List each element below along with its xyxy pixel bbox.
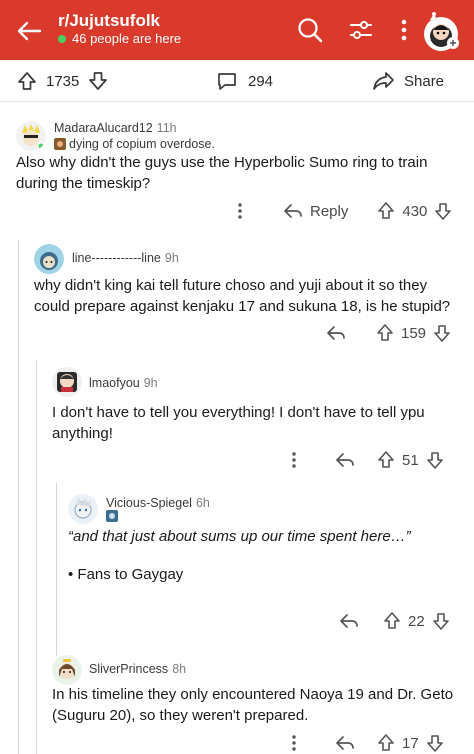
comment-actions: Reply 430 — [232, 201, 453, 221]
comment-score: 22 — [408, 612, 425, 630]
downvote-icon[interactable] — [87, 70, 109, 92]
more-options-icon[interactable] — [388, 14, 420, 46]
comment-score: 159 — [401, 324, 427, 342]
username[interactable]: SliverPrincess — [89, 662, 168, 676]
downvote-icon[interactable] — [433, 201, 453, 221]
username[interactable]: line------------line — [72, 251, 161, 265]
comment-actions: 51 — [286, 450, 445, 470]
comment-age: 6h — [195, 496, 210, 510]
username[interactable]: lmaofyou — [89, 376, 140, 390]
share-button[interactable]: Share — [372, 70, 444, 92]
more-options-icon[interactable] — [232, 201, 248, 221]
online-dot-icon — [58, 34, 66, 43]
reply-arrow-icon[interactable] — [325, 323, 347, 343]
vote-group: 17 — [376, 733, 445, 753]
comment-count: 294 — [248, 72, 274, 90]
line-avatar-icon[interactable] — [34, 244, 64, 274]
upvote-icon[interactable] — [382, 611, 402, 631]
comment-score: 51 — [402, 451, 419, 469]
app-header: r/Jujutsufolk 46 people are here — [0, 0, 474, 60]
downvote-icon[interactable] — [425, 733, 445, 753]
comment-body: Also why didn't the guys use the Hyperbo… — [16, 154, 428, 192]
reply-arrow-icon[interactable] — [334, 733, 356, 753]
upvote-icon[interactable] — [376, 450, 396, 470]
online-status: 46 people are here — [58, 31, 181, 46]
comment-header: MadaraAlucard12 11h — [54, 121, 177, 135]
upvote-icon[interactable] — [375, 323, 395, 343]
reply-arrow-icon[interactable] — [338, 611, 360, 631]
thread-line[interactable] — [56, 483, 57, 656]
lmaofyou-avatar-icon[interactable] — [52, 367, 82, 397]
comment-age: 9h — [143, 376, 158, 390]
comment-header: lmaofyou 9h — [89, 376, 158, 390]
post-action-bar: 1735 294 Share — [0, 60, 474, 102]
comment-body: I don't have to tell you everything! I d… — [52, 404, 425, 442]
online-count: 46 people are here — [72, 31, 182, 46]
back-arrow-icon[interactable] — [14, 16, 44, 46]
comment-body: • Fans to Gaygay — [68, 566, 184, 583]
username[interactable]: Vicious-Spiegel — [106, 496, 192, 510]
search-icon[interactable] — [294, 14, 326, 46]
comment-score: 17 — [402, 734, 419, 752]
subreddit-title[interactable]: r/Jujutsufolk — [58, 11, 160, 31]
post-vote-group: 1735 — [16, 70, 109, 92]
comment-bubble-icon — [218, 73, 236, 90]
vicious-avatar-icon[interactable] — [68, 494, 98, 524]
vote-group: 159 — [375, 323, 452, 343]
comment-header: SliverPrincess 8h — [89, 662, 186, 676]
downvote-icon[interactable] — [432, 323, 452, 343]
downvote-icon[interactable] — [431, 611, 451, 631]
user-flair: dying of copium overdose. — [54, 137, 215, 151]
reply-button[interactable]: Reply — [282, 201, 348, 221]
comment-body: why didn't king kai tell future choso an… — [34, 277, 451, 315]
comment-header: line------------line 9h — [72, 251, 179, 265]
more-options-icon[interactable] — [286, 733, 302, 753]
flair-emoji-icon — [106, 510, 118, 522]
reply-arrow-icon[interactable] — [334, 450, 356, 470]
upvote-icon[interactable] — [376, 201, 396, 221]
flair-text: dying of copium overdose. — [69, 137, 215, 151]
user-avatar-icon[interactable] — [420, 10, 462, 52]
madara-avatar-icon[interactable] — [16, 121, 46, 151]
sliverprincess-avatar-icon[interactable] — [52, 655, 82, 685]
reply-label: Reply — [310, 202, 349, 220]
flair-emoji-icon — [54, 138, 66, 150]
comment-quote: “and that just about sums up our time sp… — [68, 528, 411, 545]
comment-actions: 22 — [338, 611, 451, 631]
downvote-icon[interactable] — [425, 450, 445, 470]
vote-group: 22 — [382, 611, 451, 631]
username[interactable]: MadaraAlucard12 — [54, 121, 153, 135]
comment-body: In his timeline they only encountered Na… — [52, 686, 454, 724]
share-arrow-icon — [373, 72, 394, 90]
comment-header: Vicious-Spiegel 6h — [106, 496, 210, 510]
upvote-icon[interactable] — [376, 733, 396, 753]
comment-age: 9h — [164, 251, 179, 265]
vote-group: 430 — [376, 201, 453, 221]
comment-actions: 17 — [286, 733, 445, 753]
vote-group: 51 — [376, 450, 445, 470]
comment-age: 11h — [156, 121, 177, 135]
comment-score: 430 — [402, 202, 428, 220]
reply-arrow-icon — [284, 204, 302, 218]
post-score: 1735 — [46, 72, 80, 90]
more-options-icon[interactable] — [286, 450, 302, 470]
share-label: Share — [404, 72, 445, 90]
comments-button[interactable]: 294 — [216, 70, 273, 92]
comment-actions: 159 — [325, 323, 452, 343]
upvote-icon[interactable] — [16, 70, 38, 92]
comment-age: 8h — [172, 662, 187, 676]
thread-line[interactable] — [36, 360, 37, 754]
sort-filter-icon[interactable] — [345, 14, 377, 46]
thread-line[interactable] — [18, 240, 19, 754]
